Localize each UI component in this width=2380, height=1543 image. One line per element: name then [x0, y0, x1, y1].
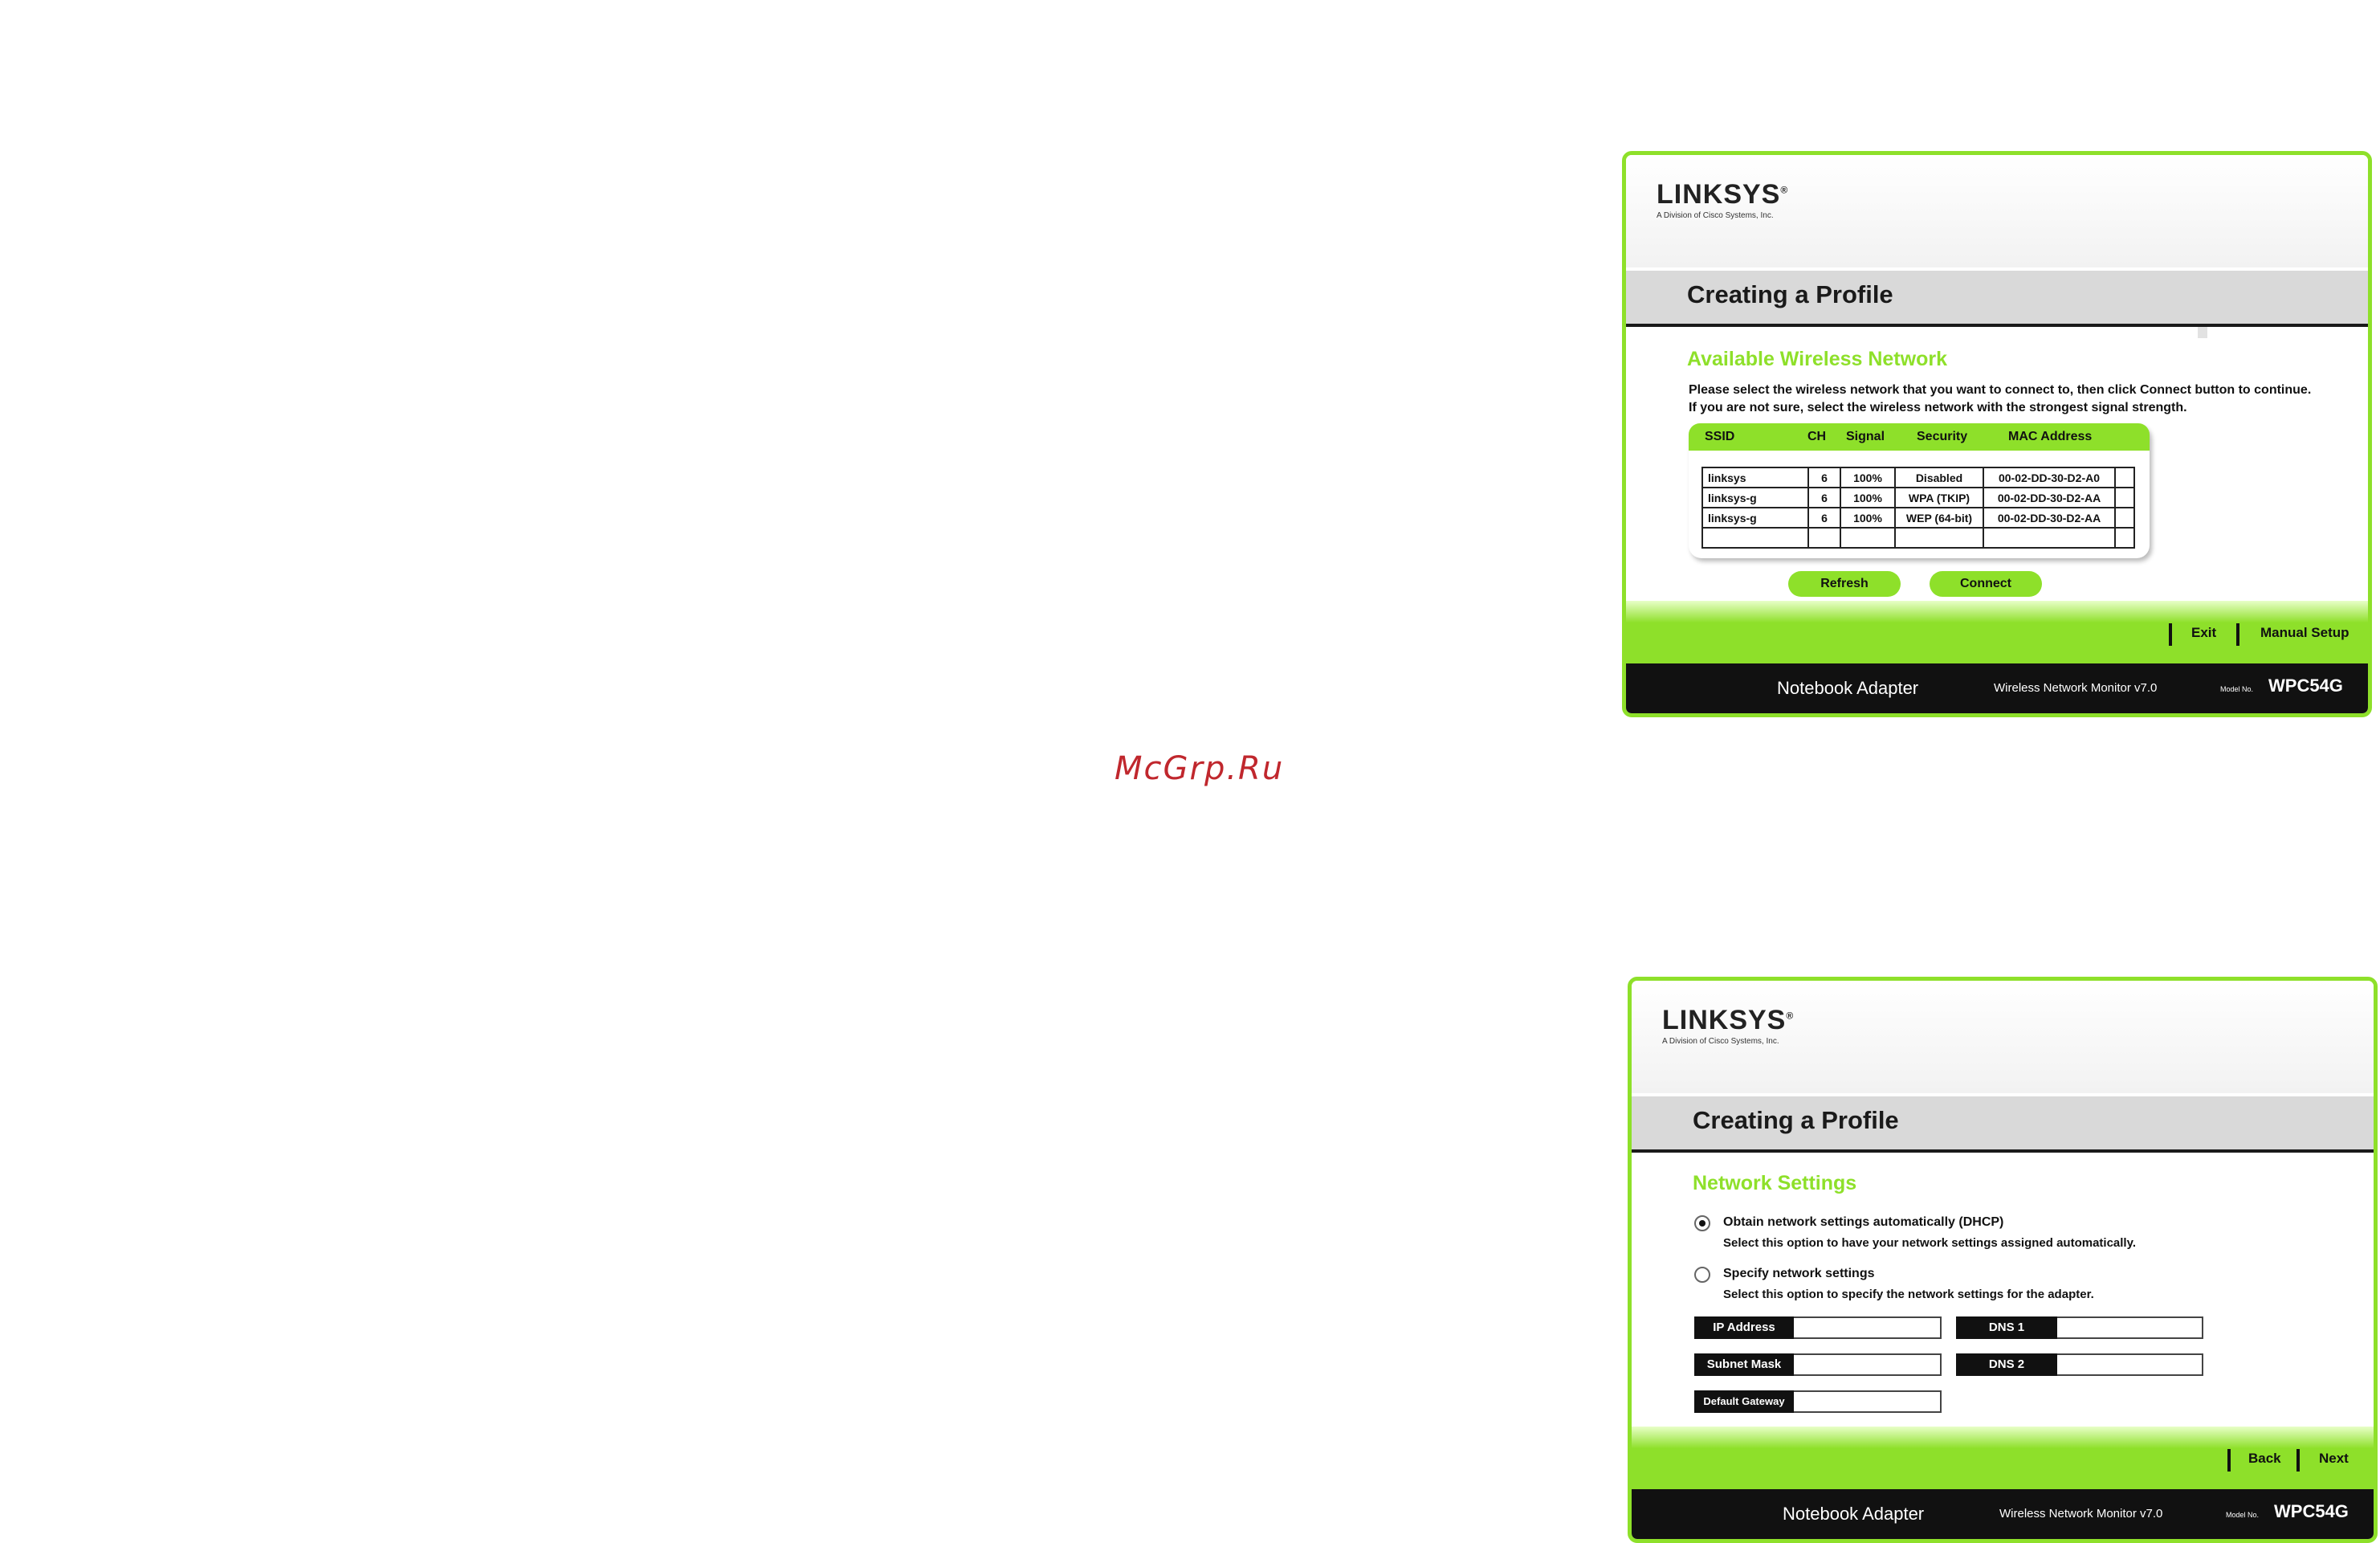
title-band: Creating a Profile	[1632, 1096, 2374, 1153]
section-title: Network Settings	[1693, 1172, 1857, 1194]
navigation-band: Exit Manual Setup	[1626, 601, 2368, 663]
next-button[interactable]: Next	[2319, 1451, 2349, 1467]
back-button[interactable]: Back	[2248, 1451, 2281, 1467]
ip-address-input[interactable]	[1794, 1316, 1942, 1339]
logo-area: LINKSYS® A Division of Cisco Systems, In…	[1632, 981, 2374, 1093]
static-option-desc: Select this option to specify the networ…	[1723, 1288, 2094, 1301]
column-mac-address[interactable]: MAC Address	[2008, 430, 2092, 444]
title-band: Creating a Profile	[1626, 271, 2368, 327]
dns2-field: DNS 2	[1956, 1353, 2203, 1376]
default-gateway-label: Default Gateway	[1694, 1390, 1794, 1413]
dns1-field: DNS 1	[1956, 1316, 2203, 1339]
logo-area: LINKSYS® A Division of Cisco Systems, In…	[1626, 155, 2368, 267]
network-row[interactable]: linksys 6 100% Disabled 00-02-DD-30-D2-A…	[1701, 467, 2135, 488]
dhcp-option-title[interactable]: Obtain network settings automatically (D…	[1723, 1215, 2003, 1230]
available-network-window: LINKSYS® A Division of Cisco Systems, In…	[1622, 151, 2372, 717]
footer-model-label: Model No.	[2220, 685, 2254, 693]
footer-bar: Notebook Adapter Wireless Network Monito…	[1626, 663, 2368, 713]
dns1-input[interactable]	[2057, 1316, 2203, 1339]
network-list-header: SSID CH Signal Security MAC Address	[1689, 423, 2150, 451]
decorative-square-icon	[2198, 327, 2207, 338]
manual-setup-button[interactable]: Manual Setup	[2260, 625, 2349, 641]
footer-model: WPC54G	[2274, 1501, 2349, 1521]
page-title: Creating a Profile	[1693, 1106, 1899, 1134]
subnet-mask-label: Subnet Mask	[1694, 1353, 1794, 1376]
column-ch[interactable]: CH	[1807, 430, 1826, 444]
dns2-label: DNS 2	[1956, 1353, 2057, 1376]
ip-address-field: IP Address	[1694, 1316, 1942, 1339]
watermark: McGrp.Ru	[1115, 750, 1285, 787]
footer-adapter: Notebook Adapter	[1777, 678, 1919, 698]
linksys-logo: LINKSYS®	[1662, 1005, 1795, 1035]
linksys-logo: LINKSYS®	[1657, 179, 1789, 210]
logo-subtitle: A Division of Cisco Systems, Inc.	[1662, 1037, 1779, 1046]
static-option-title[interactable]: Specify network settings	[1723, 1267, 1875, 1281]
navigation-band: Back Next	[1632, 1427, 2374, 1489]
network-row[interactable]	[1701, 527, 2135, 549]
column-signal[interactable]: Signal	[1846, 430, 1885, 444]
dns2-input[interactable]	[2057, 1353, 2203, 1376]
refresh-button[interactable]: Refresh	[1788, 571, 1901, 597]
footer-adapter: Notebook Adapter	[1783, 1504, 1925, 1524]
dhcp-radio[interactable]	[1694, 1215, 1710, 1231]
network-settings-window: LINKSYS® A Division of Cisco Systems, In…	[1628, 977, 2378, 1543]
footer-bar: Notebook Adapter Wireless Network Monito…	[1632, 1489, 2374, 1539]
footer-monitor-version: Wireless Network Monitor v7.0	[1999, 1507, 2163, 1521]
column-security[interactable]: Security	[1917, 430, 1967, 444]
default-gateway-input[interactable]	[1794, 1390, 1942, 1413]
network-row[interactable]: linksys-g 6 100% WPA (TKIP) 00-02-DD-30-…	[1701, 487, 2135, 508]
separator	[2236, 623, 2239, 646]
footer-monitor-version: Wireless Network Monitor v7.0	[1994, 681, 2158, 695]
separator	[2227, 1449, 2231, 1472]
dhcp-option-desc: Select this option to have your network …	[1723, 1236, 2136, 1250]
ip-address-label: IP Address	[1694, 1316, 1794, 1339]
dns1-label: DNS 1	[1956, 1316, 2057, 1339]
footer-model-label: Model No.	[2226, 1511, 2260, 1519]
subnet-mask-field: Subnet Mask	[1694, 1353, 1942, 1376]
logo-subtitle: A Division of Cisco Systems, Inc.	[1657, 211, 1774, 220]
static-radio[interactable]	[1694, 1267, 1710, 1283]
subnet-mask-input[interactable]	[1794, 1353, 1942, 1376]
separator	[2169, 623, 2172, 646]
network-list: SSID CH Signal Security MAC Address link…	[1689, 423, 2150, 558]
footer-model: WPC54G	[2268, 676, 2343, 696]
separator	[2296, 1449, 2300, 1472]
network-row[interactable]: linksys-g 6 100% WEP (64-bit) 00-02-DD-3…	[1701, 507, 2135, 529]
column-ssid[interactable]: SSID	[1705, 430, 1734, 444]
section-title: Available Wireless Network	[1687, 348, 1947, 370]
network-table: linksys 6 100% Disabled 00-02-DD-30-D2-A…	[1701, 467, 2135, 549]
instructions-text: Please select the wireless network that …	[1689, 383, 2312, 414]
connect-button[interactable]: Connect	[1930, 571, 2042, 597]
default-gateway-field: Default Gateway	[1694, 1390, 1942, 1413]
exit-button[interactable]: Exit	[2191, 625, 2216, 641]
page-title: Creating a Profile	[1687, 280, 1893, 308]
